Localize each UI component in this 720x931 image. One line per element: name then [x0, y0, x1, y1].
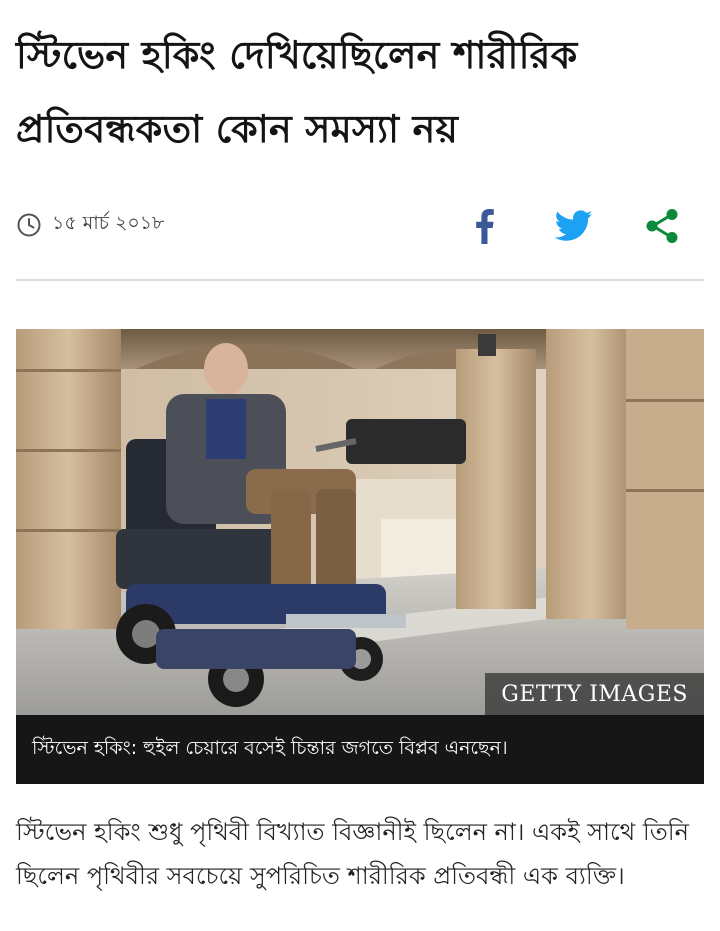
publish-date: ১৫ মার্চ ২০১৮ — [16, 210, 164, 240]
facebook-icon — [473, 208, 495, 244]
image-caption: স্টিভেন হকিং: হুইল চেয়ারে বসেই চিন্তার … — [16, 715, 704, 784]
clock-icon — [16, 212, 42, 238]
twitter-share-button[interactable] — [552, 204, 596, 248]
article-photo: GETTY IMAGES — [16, 329, 704, 715]
image-credit: GETTY IMAGES — [485, 673, 704, 715]
facebook-share-button[interactable] — [462, 204, 506, 248]
article-figure: GETTY IMAGES স্টিভেন হকিং: হুইল চেয়ারে … — [16, 329, 704, 784]
share-icon — [645, 208, 679, 244]
share-button[interactable] — [640, 204, 684, 248]
article-intro-paragraph: স্টিভেন হকিং শুধু পৃথিবী বিখ্যাত বিজ্ঞান… — [16, 818, 689, 890]
meta-divider — [16, 279, 704, 281]
article-meta: ১৫ মার্চ ২০১৮ — [16, 204, 704, 252]
publish-date-text: ১৫ মার্চ ২০১৮ — [52, 212, 165, 234]
twitter-icon — [555, 210, 593, 242]
article-headline: স্টিভেন হকিং দেখিয়েছিলেন শারীরিক প্রতিব… — [16, 33, 578, 151]
